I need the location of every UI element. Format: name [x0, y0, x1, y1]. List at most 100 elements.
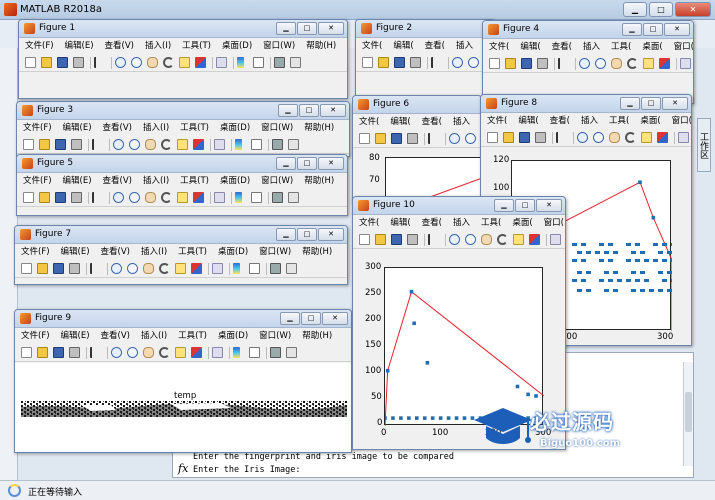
link-plot-icon[interactable]	[214, 139, 225, 150]
brush-icon[interactable]	[659, 58, 670, 69]
zoom-in-icon[interactable]	[113, 192, 124, 203]
new-figure-icon[interactable]	[487, 132, 498, 143]
plot-browser-icon[interactable]	[272, 192, 283, 203]
print-icon[interactable]	[537, 58, 548, 69]
new-figure-icon[interactable]	[21, 263, 32, 274]
menu-item[interactable]: 窗口(	[674, 39, 693, 55]
zoom-in-icon[interactable]	[115, 57, 126, 68]
menu-item[interactable]: 插入(I)	[141, 244, 167, 260]
save-icon[interactable]	[521, 58, 532, 69]
link-plot-icon[interactable]	[678, 132, 689, 143]
data-cursor-icon[interactable]	[643, 58, 654, 69]
maximize-button[interactable]: □	[641, 97, 661, 110]
data-cursor-icon[interactable]	[177, 139, 188, 150]
zoom-in-icon[interactable]	[449, 133, 460, 144]
zoom-in-icon[interactable]	[452, 57, 463, 68]
menu-item[interactable]: 插入	[453, 215, 470, 231]
minimize-button[interactable]: ▁	[280, 312, 300, 325]
print-icon[interactable]	[69, 347, 80, 358]
menu-item[interactable]: 编辑(	[390, 215, 410, 231]
colorbar-icon[interactable]	[233, 347, 240, 358]
print-icon[interactable]	[71, 192, 82, 203]
new-figure-icon[interactable]	[23, 192, 34, 203]
zoom-out-icon[interactable]	[131, 57, 142, 68]
legend-icon[interactable]	[249, 347, 260, 358]
menu-item[interactable]: 查看(	[422, 114, 442, 130]
edit-plot-icon[interactable]	[558, 58, 564, 69]
pan-icon[interactable]	[145, 139, 156, 150]
brush-icon[interactable]	[529, 234, 540, 245]
menu-item[interactable]: 查看(	[425, 38, 445, 54]
save-icon[interactable]	[55, 139, 66, 150]
brush-icon[interactable]	[193, 192, 204, 203]
brush-icon[interactable]	[191, 347, 202, 358]
zoom-in-icon[interactable]	[113, 139, 124, 150]
open-file-icon[interactable]	[39, 139, 50, 150]
plot-browser-icon[interactable]	[274, 57, 285, 68]
menu-item[interactable]: 工具(T)	[180, 120, 209, 136]
data-cursor-icon[interactable]	[177, 192, 188, 203]
plot-browser-icon[interactable]	[270, 347, 281, 358]
menu-item[interactable]: 桌面(	[512, 215, 532, 231]
pan-icon[interactable]	[143, 263, 154, 274]
menu-item[interactable]: 桌面(D)	[222, 38, 252, 54]
save-icon[interactable]	[55, 192, 66, 203]
rotate-3d-icon[interactable]	[497, 234, 508, 245]
save-icon[interactable]	[391, 234, 402, 245]
dock-icon[interactable]	[290, 57, 301, 68]
open-file-icon[interactable]	[503, 132, 514, 143]
pan-icon[interactable]	[145, 192, 156, 203]
save-icon[interactable]	[53, 263, 64, 274]
figure-1-window[interactable]: Figure 1 ▁ □ ✕ 文件(F) 编辑(E) 查看(V) 插入(I) 工具(T) 桌面(…	[18, 19, 348, 99]
menu-item[interactable]: 窗口(	[544, 215, 564, 231]
menu-item[interactable]: 编辑(E)	[65, 38, 94, 54]
menu-item[interactable]: 插入(I)	[143, 173, 169, 189]
menu-item[interactable]: 插入(I)	[143, 120, 169, 136]
menu-item[interactable]: 编辑(E)	[63, 173, 92, 189]
close-button[interactable]: ✕	[662, 97, 688, 110]
zoom-out-icon[interactable]	[127, 347, 138, 358]
rotate-3d-icon[interactable]	[163, 57, 174, 68]
print-icon[interactable]	[535, 132, 546, 143]
link-plot-icon[interactable]	[550, 234, 561, 245]
figure-title-bar[interactable]: Figure 2	[356, 20, 494, 38]
menu-item[interactable]: 编辑(	[393, 38, 413, 54]
menu-item[interactable]: 工具(T)	[182, 38, 211, 54]
maximize-button[interactable]: □	[301, 312, 321, 325]
menu-item[interactable]: 文件(F)	[25, 38, 54, 54]
rotate-3d-icon[interactable]	[161, 192, 172, 203]
figure-title-bar[interactable]: Figure 7 ▁ □ ✕	[15, 226, 347, 244]
menu-item[interactable]: 文件(F)	[23, 120, 52, 136]
zoom-out-icon[interactable]	[595, 58, 606, 69]
minimize-button[interactable]: ▁	[494, 199, 514, 212]
pan-icon[interactable]	[143, 347, 154, 358]
menu-item[interactable]: 帮助(H)	[304, 173, 334, 189]
save-icon[interactable]	[394, 57, 405, 68]
new-figure-icon[interactable]	[23, 139, 34, 150]
zoom-in-icon[interactable]	[579, 58, 590, 69]
print-icon[interactable]	[407, 234, 418, 245]
data-cursor-icon[interactable]	[179, 57, 190, 68]
figure-2-window[interactable]: Figure 2 文件(编辑(查看(插入工具(桌面(窗口(帮助( 300	[355, 19, 495, 99]
figure-title-bar[interactable]: Figure 3 ▁ □ ✕	[17, 102, 349, 120]
menu-item[interactable]: 窗口(W)	[263, 38, 295, 54]
menu-item[interactable]: 帮助(H)	[306, 38, 336, 54]
close-button[interactable]: ✕	[320, 104, 346, 117]
menu-item[interactable]: 查看(V)	[101, 328, 130, 344]
colorbar-icon[interactable]	[235, 192, 242, 203]
zoom-in-icon[interactable]	[111, 347, 122, 358]
menu-item[interactable]: 插入	[456, 38, 473, 54]
brush-icon[interactable]	[193, 139, 204, 150]
new-figure-icon[interactable]	[21, 347, 32, 358]
open-file-icon[interactable]	[37, 347, 48, 358]
minimize-button[interactable]: ▁	[276, 22, 296, 35]
menu-item[interactable]: 插入	[583, 39, 600, 55]
menu-item[interactable]: 插入	[581, 113, 598, 129]
menu-item[interactable]: 查看(V)	[105, 38, 134, 54]
scrollbar-thumb[interactable]	[685, 392, 692, 432]
dock-icon[interactable]	[286, 347, 297, 358]
figure-title-bar[interactable]: Figure 10 ▁ □ ✕	[353, 197, 565, 215]
save-icon[interactable]	[57, 57, 68, 68]
open-file-icon[interactable]	[375, 133, 386, 144]
menu-item[interactable]: 工具(	[611, 39, 631, 55]
